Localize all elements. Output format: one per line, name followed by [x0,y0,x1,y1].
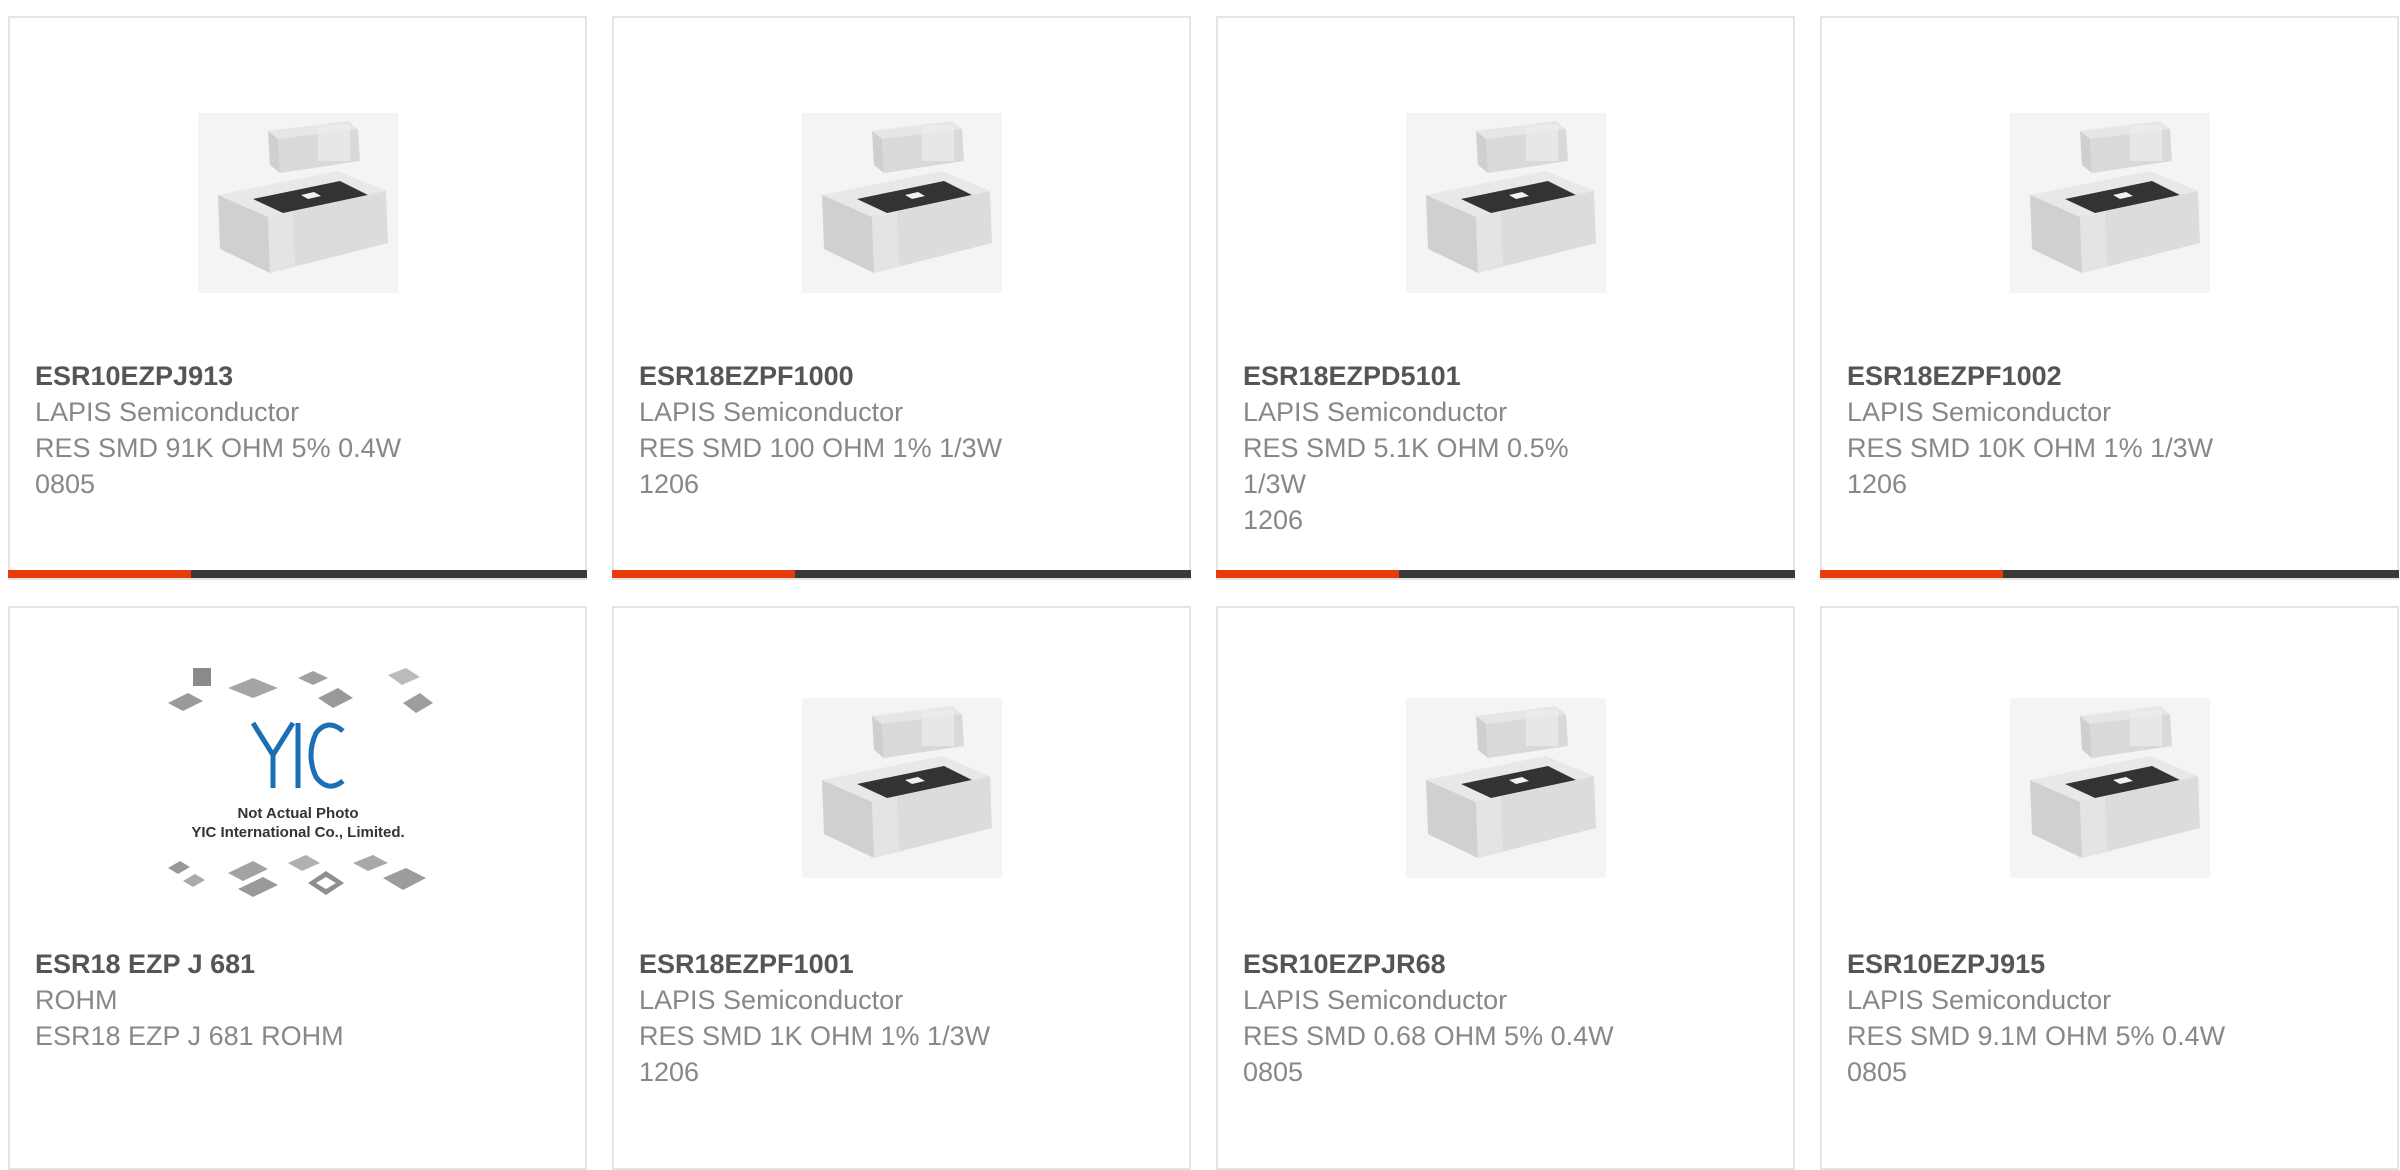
card-bar-accent [8,570,191,578]
package: 0805 [35,469,96,499]
manufacturer: ROHM [35,985,118,1015]
product-info: ESR10EZPJR68 LAPIS Semiconductor RES SMD… [1243,946,1773,1090]
placeholder-line1: Not Actual Photo [237,805,358,822]
resistor-chip-icon [801,113,1002,293]
resistor-chip-icon [197,113,398,293]
manufacturer: LAPIS Semiconductor [639,397,904,427]
product-image[interactable]: Not Actual Photo YIC International Co., … [10,668,585,897]
resistor-chip-icon [2009,113,2210,293]
resistor-chip-icon [2009,698,2210,878]
package: 1206 [1243,505,1304,535]
yic-logo [250,721,345,789]
package: 0805 [1847,1057,1908,1087]
part-number[interactable]: ESR10EZPJ915 [1847,946,2377,982]
package: 0805 [1243,1057,1304,1087]
resistor-chip-icon [1405,113,1606,293]
product-card[interactable]: ESR18EZPD5101 LAPIS Semiconductor RES SM… [1216,16,1795,580]
manufacturer: LAPIS Semiconductor [639,985,904,1015]
product-info: ESR18EZPF1001 LAPIS Semiconductor RES SM… [639,946,1169,1090]
product-image[interactable] [1822,93,2397,303]
product-card[interactable]: ESR10EZPJ915 LAPIS Semiconductor RES SMD… [1820,606,2399,1170]
product-info: ESR10EZPJ913 LAPIS Semiconductor RES SMD… [35,358,565,502]
part-number[interactable]: ESR10EZPJR68 [1243,946,1773,982]
product-card[interactable]: ESR10EZPJ913 LAPIS Semiconductor RES SMD… [8,16,587,580]
product-info: ESR18EZPF1000 LAPIS Semiconductor RES SM… [639,358,1169,502]
product-info: ESR18 EZP J 681 ROHM ESR18 EZP J 681 ROH… [35,946,565,1054]
product-image[interactable] [10,93,585,303]
product-image[interactable] [614,678,1189,888]
manufacturer: LAPIS Semiconductor [1847,985,2112,1015]
package: 1206 [1847,469,1908,499]
description: ESR18 EZP J 681 ROHM [35,1021,344,1051]
description: RES SMD 1K OHM 1% 1/3W [639,1021,991,1051]
product-card[interactable]: ESR18EZPF1000 LAPIS Semiconductor RES SM… [612,16,1191,580]
package: 1206 [639,469,700,499]
description: RES SMD 100 OHM 1% 1/3W [639,433,1003,463]
package: 1206 [639,1057,700,1087]
manufacturer: LAPIS Semiconductor [1243,397,1508,427]
product-grid: ESR10EZPJ913 LAPIS Semiconductor RES SMD… [8,16,2399,1170]
product-card[interactable]: ESR18EZPF1002 LAPIS Semiconductor RES SM… [1820,16,2399,580]
part-number[interactable]: ESR18EZPD5101 [1243,358,1773,394]
product-info: ESR18EZPF1002 LAPIS Semiconductor RES SM… [1847,358,2377,502]
description: RES SMD 9.1M OHM 5% 0.4W [1847,1021,2226,1051]
product-card[interactable]: ESR18EZPF1001 LAPIS Semiconductor RES SM… [612,606,1191,1170]
description: RES SMD 91K OHM 5% 0.4W [35,433,402,463]
part-number[interactable]: ESR18EZPF1000 [639,358,1169,394]
card-bottom-bar [612,570,1191,578]
card-bar-accent [1820,570,2003,578]
description: RES SMD 0.68 OHM 5% 0.4W [1243,1021,1614,1051]
manufacturer: LAPIS Semiconductor [1847,397,2112,427]
part-number[interactable]: ESR18 EZP J 681 [35,946,565,982]
resistor-chip-icon [801,698,1002,878]
product-image[interactable] [1218,93,1793,303]
part-number[interactable]: ESR10EZPJ913 [35,358,565,394]
not-actual-photo-icon: Not Actual Photo YIC International Co., … [167,668,433,897]
part-number[interactable]: ESR18EZPF1002 [1847,358,2377,394]
resistor-chip-icon [1405,698,1606,878]
product-image[interactable] [1218,678,1793,888]
card-bottom-bar [1820,570,2399,578]
card-bar-accent [1216,570,1399,578]
product-info: ESR10EZPJ915 LAPIS Semiconductor RES SMD… [1847,946,2377,1090]
product-info: ESR18EZPD5101 LAPIS Semiconductor RES SM… [1243,358,1773,538]
placeholder-line2: YIC International Co., Limited. [191,824,404,841]
manufacturer: LAPIS Semiconductor [35,397,300,427]
card-bottom-bar [8,570,587,578]
card-bar-accent [612,570,795,578]
product-image[interactable] [614,93,1189,303]
product-card[interactable]: ESR10EZPJR68 LAPIS Semiconductor RES SMD… [1216,606,1795,1170]
card-bottom-bar [1216,570,1795,578]
part-number[interactable]: ESR18EZPF1001 [639,946,1169,982]
description: RES SMD 10K OHM 1% 1/3W [1847,433,2214,463]
product-image[interactable] [1822,678,2397,888]
description: RES SMD 5.1K OHM 0.5% 1/3W [1243,433,1569,499]
product-card[interactable]: Not Actual Photo YIC International Co., … [8,606,587,1170]
manufacturer: LAPIS Semiconductor [1243,985,1508,1015]
